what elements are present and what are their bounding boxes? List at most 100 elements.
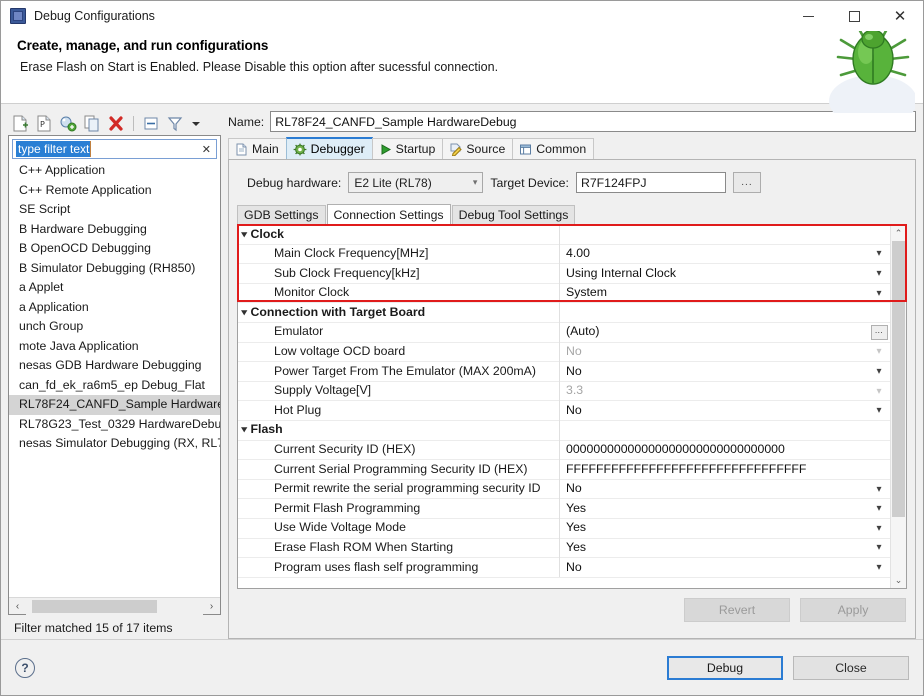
tree-item[interactable]: a Applet xyxy=(9,278,220,298)
row-value[interactable]: Using Internal Clock xyxy=(560,264,868,284)
row-value[interactable]: No xyxy=(560,479,868,499)
row-label: Emulator xyxy=(274,324,324,339)
settings-group-clock[interactable]: ▾ Clock xyxy=(238,225,890,245)
tree-item[interactable]: B Hardware Debugging xyxy=(9,220,220,240)
scroll-down-icon[interactable]: ⌄ xyxy=(891,572,906,588)
debug-hardware-select[interactable]: E2 Lite (RL78) ▾ xyxy=(348,172,484,193)
row-value[interactable]: No xyxy=(560,362,868,382)
tree-item[interactable]: B OpenOCD Debugging xyxy=(9,239,220,259)
row-value[interactable]: 00000000000000000000000000000000 xyxy=(560,440,868,460)
chevron-down-icon[interactable]: ▾ xyxy=(868,248,890,259)
name-input[interactable]: RL78F24_CANFD_Sample HardwareDebug xyxy=(270,111,916,132)
delete-icon[interactable] xyxy=(106,114,126,133)
apply-button[interactable]: Apply xyxy=(800,598,906,622)
help-icon[interactable]: ? xyxy=(15,657,35,678)
collapse-all-icon[interactable] xyxy=(141,114,161,133)
settings-group-connection[interactable]: ▾ Connection with Target Board xyxy=(238,302,890,323)
debug-button[interactable]: Debug xyxy=(667,655,783,680)
tab-main[interactable]: Main xyxy=(228,138,287,159)
tab-debugger[interactable]: Debugger xyxy=(285,137,373,159)
scroll-right-icon[interactable]: › xyxy=(203,598,220,615)
target-device-input[interactable]: R7F124FPJ xyxy=(575,172,726,193)
row-value[interactable]: (Auto) xyxy=(560,322,868,342)
settings-row[interactable]: Permit Flash Programming Yes ▾ xyxy=(238,498,890,519)
minimize-button[interactable] xyxy=(785,1,831,31)
chevron-down-icon[interactable]: ▾ xyxy=(868,484,890,495)
chevron-down-icon[interactable]: ▾ xyxy=(868,542,890,553)
chevron-down-icon[interactable]: ▾ xyxy=(868,523,890,534)
tab-source[interactable]: Source xyxy=(442,138,514,159)
close-dialog-button[interactable]: Close xyxy=(793,655,909,680)
chevron-down-icon[interactable]: ▾ xyxy=(868,405,890,416)
new-prototype-icon[interactable]: P xyxy=(34,114,54,133)
maximize-button[interactable] xyxy=(831,1,877,31)
tree-item[interactable]: C++ Application xyxy=(9,161,220,181)
new-configuration-icon[interactable] xyxy=(10,114,30,133)
tree-item[interactable]: mote Java Application xyxy=(9,337,220,357)
row-value[interactable]: 4.00 xyxy=(560,244,868,264)
scroll-thumb[interactable] xyxy=(892,241,905,517)
filter-icon[interactable] xyxy=(165,114,185,133)
clear-filter-icon[interactable]: ✕ xyxy=(202,143,213,156)
tree-item[interactable]: RL78G23_Test_0329 HardwareDebug xyxy=(9,415,220,435)
expander-icon[interactable]: ▾ xyxy=(241,225,247,244)
settings-row[interactable]: Use Wide Voltage Mode Yes ▾ xyxy=(238,518,890,539)
expander-icon[interactable]: ▾ xyxy=(241,303,247,323)
row-value[interactable]: No xyxy=(560,401,868,421)
scroll-thumb[interactable] xyxy=(32,599,157,613)
chevron-down-icon[interactable]: ▾ xyxy=(868,562,890,573)
settings-row[interactable]: Sub Clock Frequency[kHz] Using Internal … xyxy=(238,263,890,284)
filter-input[interactable]: type filter text ✕ xyxy=(12,139,217,159)
revert-button[interactable]: Revert xyxy=(684,598,790,622)
tree-item[interactable]: SE Script xyxy=(9,200,220,220)
settings-row[interactable]: Permit rewrite the serial programming se… xyxy=(238,479,890,500)
target-device-browse-button[interactable]: ... xyxy=(732,172,761,193)
settings-row[interactable]: Erase Flash ROM When Starting Yes ▾ xyxy=(238,538,890,559)
tree-item[interactable]: a Application xyxy=(9,298,220,318)
duplicate-icon[interactable] xyxy=(82,114,102,133)
tree-horizontal-scrollbar[interactable]: ‹ › xyxy=(9,597,220,615)
emulator-browse-button[interactable]: ⋯ xyxy=(868,324,890,340)
row-value[interactable]: Yes xyxy=(560,518,868,538)
settings-row[interactable]: Current Security ID (HEX) 00000000000000… xyxy=(238,440,890,461)
scroll-track[interactable] xyxy=(891,241,906,572)
configurations-tree[interactable]: C++ Application C++ Remote Application S… xyxy=(9,161,220,597)
tree-item[interactable]: B Simulator Debugging (RH850) xyxy=(9,259,220,279)
settings-row[interactable]: Current Serial Programming Security ID (… xyxy=(238,459,890,480)
row-value[interactable]: System xyxy=(560,283,868,303)
scroll-track[interactable] xyxy=(26,597,203,615)
row-value[interactable]: No xyxy=(560,558,868,578)
tree-item[interactable]: nesas GDB Hardware Debugging xyxy=(9,356,220,376)
scroll-up-icon[interactable]: ⌃ xyxy=(891,225,906,241)
expander-icon[interactable]: ▾ xyxy=(241,420,247,440)
settings-row[interactable]: Emulator (Auto) ⋯ xyxy=(238,322,890,343)
close-button[interactable]: ✕ xyxy=(877,1,923,31)
view-menu-icon[interactable] xyxy=(189,114,209,133)
tab-common[interactable]: Common xyxy=(512,138,595,159)
settings-vertical-scrollbar[interactable]: ⌃ ⌄ xyxy=(890,225,906,588)
settings-row[interactable]: Main Clock Frequency[MHz] 4.00 ▾ xyxy=(238,244,890,265)
subtab-connection-settings[interactable]: Connection Settings xyxy=(326,204,451,224)
chevron-down-icon[interactable]: ▾ xyxy=(868,366,890,377)
tab-startup[interactable]: Startup xyxy=(371,138,444,159)
chevron-down-icon[interactable]: ▾ xyxy=(868,503,890,514)
settings-row[interactable]: Program uses flash self programming No ▾ xyxy=(238,557,890,578)
settings-group-flash[interactable]: ▾ Flash xyxy=(238,420,890,441)
settings-row[interactable]: Power Target From The Emulator (MAX 200m… xyxy=(238,361,890,382)
tree-item[interactable]: nesas Simulator Debugging (RX, RL78) xyxy=(9,434,220,454)
new-launch-group-icon[interactable] xyxy=(58,114,78,133)
settings-row[interactable]: Hot Plug No ▾ xyxy=(238,400,890,421)
subtab-gdb-settings[interactable]: GDB Settings xyxy=(237,205,326,224)
chevron-down-icon[interactable]: ▾ xyxy=(868,268,890,279)
scroll-left-icon[interactable]: ‹ xyxy=(9,598,26,615)
row-value[interactable]: Yes xyxy=(560,499,868,519)
tree-item[interactable]: C++ Remote Application xyxy=(9,181,220,201)
settings-row[interactable]: Monitor Clock System ▾ xyxy=(238,283,890,304)
tree-item[interactable]: unch Group xyxy=(9,317,220,337)
row-value[interactable]: Yes xyxy=(560,538,868,558)
row-value[interactable]: FFFFFFFFFFFFFFFFFFFFFFFFFFFFFFFF xyxy=(560,460,868,480)
tree-item-selected[interactable]: RL78F24_CANFD_Sample HardwareDe xyxy=(9,395,220,415)
chevron-down-icon[interactable]: ▾ xyxy=(868,288,890,299)
subtab-debug-tool-settings[interactable]: Debug Tool Settings xyxy=(451,205,576,224)
tree-item[interactable]: can_fd_ek_ra6m5_ep Debug_Flat xyxy=(9,376,220,396)
